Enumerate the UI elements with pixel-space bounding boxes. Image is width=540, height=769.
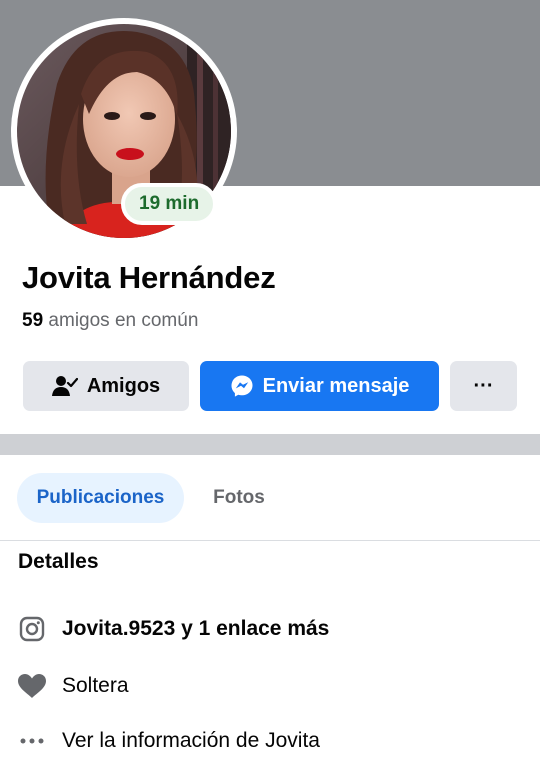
instagram-icon: [17, 614, 47, 644]
section-divider: [0, 434, 540, 455]
friends-button[interactable]: Amigos: [23, 361, 189, 411]
active-time-badge: 19 min: [121, 183, 218, 225]
friends-button-label: Amigos: [86, 374, 161, 397]
send-message-button[interactable]: Enviar mensaje: [200, 361, 439, 411]
profile-name: Jovita Hernández: [22, 260, 276, 295]
more-options-button[interactable]: ···: [450, 361, 517, 411]
relationship-text: Soltera: [62, 674, 129, 697]
details-heading: Detalles: [18, 550, 99, 573]
mutual-friends[interactable]: 59 amigos en común: [22, 310, 198, 332]
friend-check-icon: [51, 375, 78, 397]
mutual-friends-count: 59: [22, 310, 44, 331]
detail-see-about[interactable]: Ver la información de Jovita: [17, 726, 320, 756]
tabs-divider: [0, 540, 540, 541]
messenger-icon: [230, 374, 254, 398]
detail-relationship: Soltera: [17, 671, 129, 701]
tab-posts[interactable]: Publicaciones: [17, 473, 184, 523]
tab-photos[interactable]: Fotos: [194, 473, 284, 523]
see-about-text: Ver la información de Jovita: [62, 729, 320, 752]
more-dots-icon: [17, 726, 47, 756]
instagram-links-text: Jovita.9523 y 1 enlace más: [62, 617, 330, 640]
detail-instagram-links[interactable]: Jovita.9523 y 1 enlace más: [17, 614, 329, 644]
more-options-label: ···: [473, 374, 494, 397]
heart-icon: [17, 671, 47, 701]
send-message-label: Enviar mensaje: [262, 374, 410, 397]
mutual-friends-label: amigos en común: [43, 310, 199, 331]
